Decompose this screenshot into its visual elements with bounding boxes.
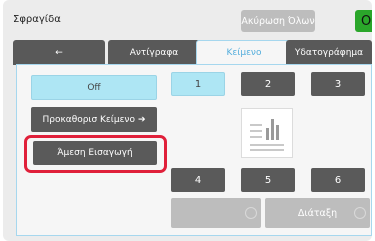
off-button[interactable]: Off (31, 75, 157, 100)
circle-icon (354, 207, 366, 219)
tab-copies[interactable]: Αντίγραφα (108, 40, 200, 65)
position-5-button[interactable]: 5 (241, 168, 295, 192)
clear-all-button[interactable]: Ακύρωση Όλων (241, 10, 315, 32)
tab-text[interactable]: Κείμενο (196, 40, 292, 65)
position-6-button[interactable]: 6 (311, 168, 365, 192)
arrow-right-icon: ➔ (137, 114, 146, 125)
layout-label: Διάταξη (297, 207, 338, 219)
page-preview (241, 108, 293, 158)
position-1-button[interactable]: 1 (171, 72, 225, 96)
tab-watermark[interactable]: Υδατογράφημα (286, 40, 372, 65)
document-preview-icon (250, 119, 284, 151)
position-2-button[interactable]: 2 (241, 72, 295, 96)
circle-icon (245, 207, 257, 219)
highlight-frame (24, 135, 167, 173)
tab-back[interactable]: ← (13, 40, 105, 65)
position-3-button[interactable]: 3 (311, 72, 365, 96)
back-arrow-icon: ← (55, 47, 63, 58)
layout-button[interactable]: Διάταξη (265, 198, 370, 228)
preset-text-label: Προκαθορισ Κείμενο (42, 114, 135, 125)
preset-text-button[interactable]: Προκαθορισ Κείμενο ➔ (31, 107, 157, 132)
dialog-title: Σφραγίδα (13, 14, 61, 25)
ok-button[interactable]: OK (355, 10, 372, 32)
format-button[interactable] (171, 198, 261, 228)
position-4-button[interactable]: 4 (171, 168, 225, 192)
stamp-dialog: Σφραγίδα Ακύρωση Όλων OK ← Αντίγραφα Κεί… (3, 0, 372, 241)
